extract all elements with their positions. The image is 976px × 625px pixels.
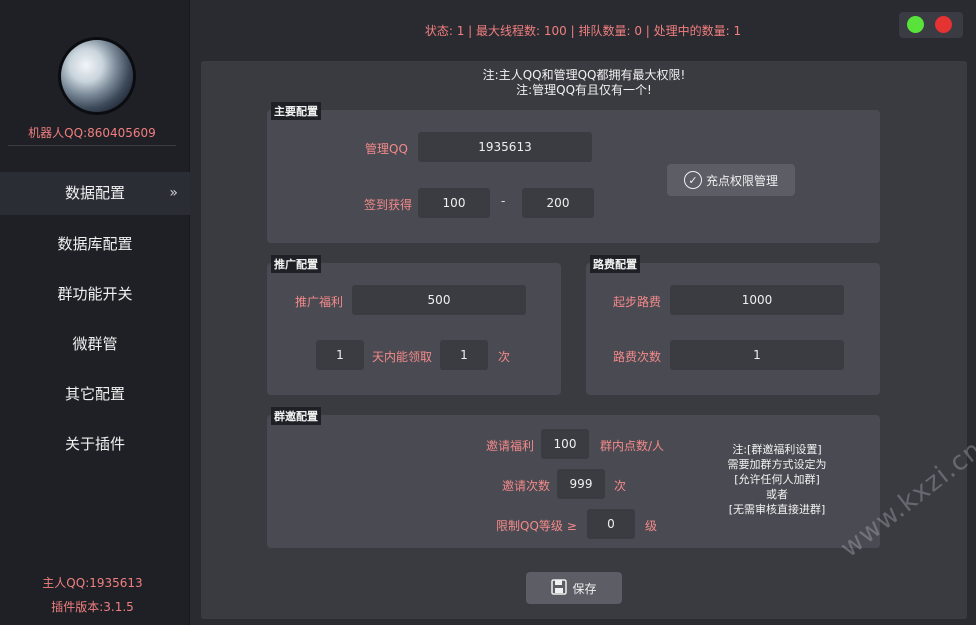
promo-times-label: 次 bbox=[498, 350, 511, 364]
invite-note-line: 注:[群邀福利设置] bbox=[732, 443, 822, 456]
sidebar-item-label: 其它配置 bbox=[64, 385, 125, 403]
save-button[interactable]: 保存 bbox=[526, 572, 622, 604]
promo-days-label: 天内能领取 bbox=[372, 350, 433, 364]
promo-config-panel: 推广配置 推广福利 500 1 天内能领取 1 次 bbox=[267, 255, 561, 395]
qq-level-input[interactable]: 0 bbox=[587, 509, 635, 539]
invite-count-input[interactable]: 999 bbox=[557, 469, 605, 499]
toll-config-panel: 路费配置 起步路费 1000 路费次数 1 bbox=[586, 255, 880, 395]
sidebar-nav: 数据配置 » 数据库配置 群功能开关 微群管 其它配置 关于插件 bbox=[0, 172, 190, 472]
promo-reward-input[interactable]: 500 bbox=[352, 285, 526, 315]
sidebar-item-group-switch[interactable]: 群功能开关 bbox=[0, 272, 190, 322]
invite-reward-unit: 群内点数/人 bbox=[600, 439, 665, 453]
sidebar-item-label: 群功能开关 bbox=[57, 285, 133, 303]
minimize-button[interactable] bbox=[907, 16, 924, 33]
toll-start-label: 起步路费 bbox=[613, 295, 662, 309]
sidebar-item-about[interactable]: 关于插件 bbox=[0, 422, 190, 472]
avatar bbox=[61, 40, 133, 112]
note-line: 注:主人QQ和管理QQ都拥有最大权限! bbox=[482, 68, 686, 82]
invite-count-unit: 次 bbox=[614, 479, 627, 493]
sidebar-item-data-config[interactable]: 数据配置 » bbox=[0, 172, 190, 215]
close-button[interactable] bbox=[935, 16, 952, 33]
save-label: 保存 bbox=[572, 581, 597, 596]
signin-min-input[interactable]: 100 bbox=[418, 188, 490, 218]
plugin-version-label: 插件版本:3.1.5 bbox=[51, 600, 134, 614]
invite-note: 注:[群邀福利设置] 需要加群方式设定为 [允许任何人加群] 或者 [无需审核直… bbox=[687, 442, 867, 517]
perm-manage-button[interactable]: ✓ 充点权限管理 bbox=[667, 164, 795, 196]
signin-max-input[interactable]: 200 bbox=[522, 188, 594, 218]
promo-days-input[interactable]: 1 bbox=[316, 340, 364, 370]
sidebar-item-database-config[interactable]: 数据库配置 bbox=[0, 222, 190, 272]
promo-reward-label: 推广福利 bbox=[295, 295, 344, 309]
panel-title: 推广配置 bbox=[271, 255, 321, 273]
sidebar: 机器人QQ:860405609 数据配置 » 数据库配置 群功能开关 微群管 其… bbox=[0, 0, 190, 625]
invite-note-line: 需要加群方式设定为 bbox=[727, 458, 827, 471]
sidebar-item-label: 数据库配置 bbox=[57, 235, 133, 253]
qq-level-unit: 级 bbox=[645, 519, 658, 533]
check-circle-icon: ✓ bbox=[683, 171, 702, 189]
panel-title: 主要配置 bbox=[271, 102, 321, 120]
floppy-disk-icon bbox=[551, 578, 568, 598]
invite-reward-label: 邀请福利 bbox=[486, 439, 535, 453]
invite-note-line: [允许任何人加群] bbox=[734, 473, 820, 486]
permission-notes: 注:主人QQ和管理QQ都拥有最大权限! 注:管理QQ有且仅有一个! bbox=[201, 68, 967, 98]
sidebar-item-label: 微群管 bbox=[72, 335, 118, 353]
qq-level-label: 限制QQ等级 ≥ bbox=[496, 519, 577, 533]
robot-qq-label: 机器人QQ:860405609 bbox=[8, 124, 176, 146]
invite-note-line: [无需审核直接进群] bbox=[728, 503, 826, 516]
perm-manage-label: 充点权限管理 bbox=[705, 173, 778, 188]
invite-config-panel: 群邀配置 邀请福利 100 群内点数/人 邀请次数 999 次 限制QQ等级 ≥… bbox=[267, 407, 880, 548]
note-line: 注:管理QQ有且仅有一个! bbox=[516, 83, 652, 97]
range-separator: - bbox=[501, 194, 506, 208]
sidebar-item-micro-group-admin[interactable]: 微群管 bbox=[0, 322, 190, 372]
toll-count-input[interactable]: 1 bbox=[670, 340, 844, 370]
toll-start-input[interactable]: 1000 bbox=[670, 285, 844, 315]
window-controls bbox=[899, 12, 963, 38]
panel-title: 路费配置 bbox=[590, 255, 640, 273]
invite-note-line: 或者 bbox=[766, 488, 788, 501]
sidebar-item-other-config[interactable]: 其它配置 bbox=[0, 372, 190, 422]
promo-times-input[interactable]: 1 bbox=[440, 340, 488, 370]
admin-qq-input[interactable]: 1935613 bbox=[418, 132, 592, 162]
status-bar: 状态: 1 | 最大线程数: 100 | 排队数量: 0 | 处理中的数量: 1 bbox=[424, 24, 742, 38]
owner-qq-label: 主人QQ:1935613 bbox=[42, 576, 143, 590]
sidebar-item-label: 关于插件 bbox=[64, 435, 125, 453]
double-chevron-right-icon: » bbox=[169, 185, 178, 201]
invite-reward-input[interactable]: 100 bbox=[541, 429, 589, 459]
invite-count-label: 邀请次数 bbox=[502, 479, 551, 493]
main-config-panel: 主要配置 管理QQ 1935613 签到获得 100 - 200 ✓ 充点权限管… bbox=[267, 102, 880, 243]
toll-count-label: 路费次数 bbox=[613, 350, 662, 364]
admin-qq-label: 管理QQ bbox=[365, 142, 408, 156]
panel-title: 群邀配置 bbox=[271, 407, 321, 425]
sidebar-item-label: 数据配置 bbox=[64, 184, 125, 202]
signin-label: 签到获得 bbox=[364, 198, 413, 212]
